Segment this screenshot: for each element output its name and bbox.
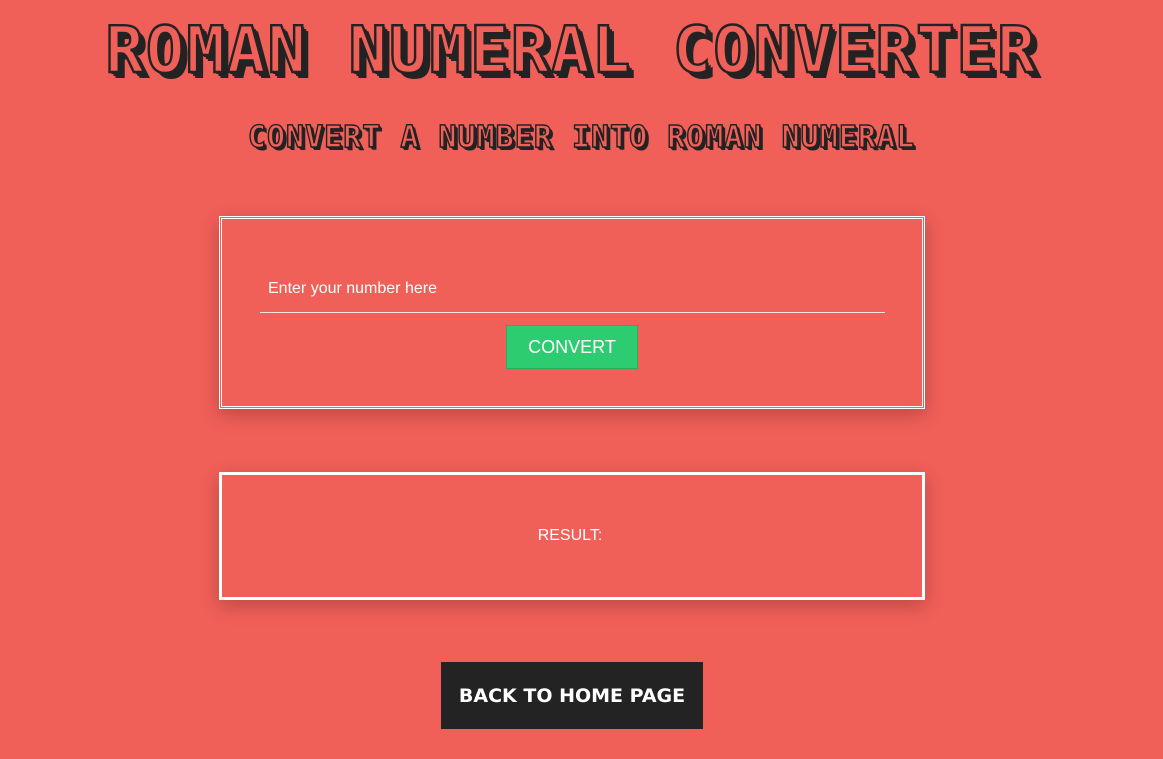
converter-form: CONVERT bbox=[219, 216, 925, 409]
convert-button[interactable]: CONVERT bbox=[506, 325, 638, 369]
result-label: RESULT: bbox=[537, 527, 603, 544]
number-input[interactable] bbox=[260, 265, 885, 313]
page-subtitle: CONVERT A NUMBER INTO ROMAN NUMERAL bbox=[247, 119, 916, 155]
page-title: ROMAN NUMERAL CONVERTER bbox=[104, 13, 1038, 89]
result-box: RESULT: bbox=[219, 472, 925, 600]
back-to-home-button[interactable]: BACK TO HOME PAGE bbox=[441, 662, 703, 729]
